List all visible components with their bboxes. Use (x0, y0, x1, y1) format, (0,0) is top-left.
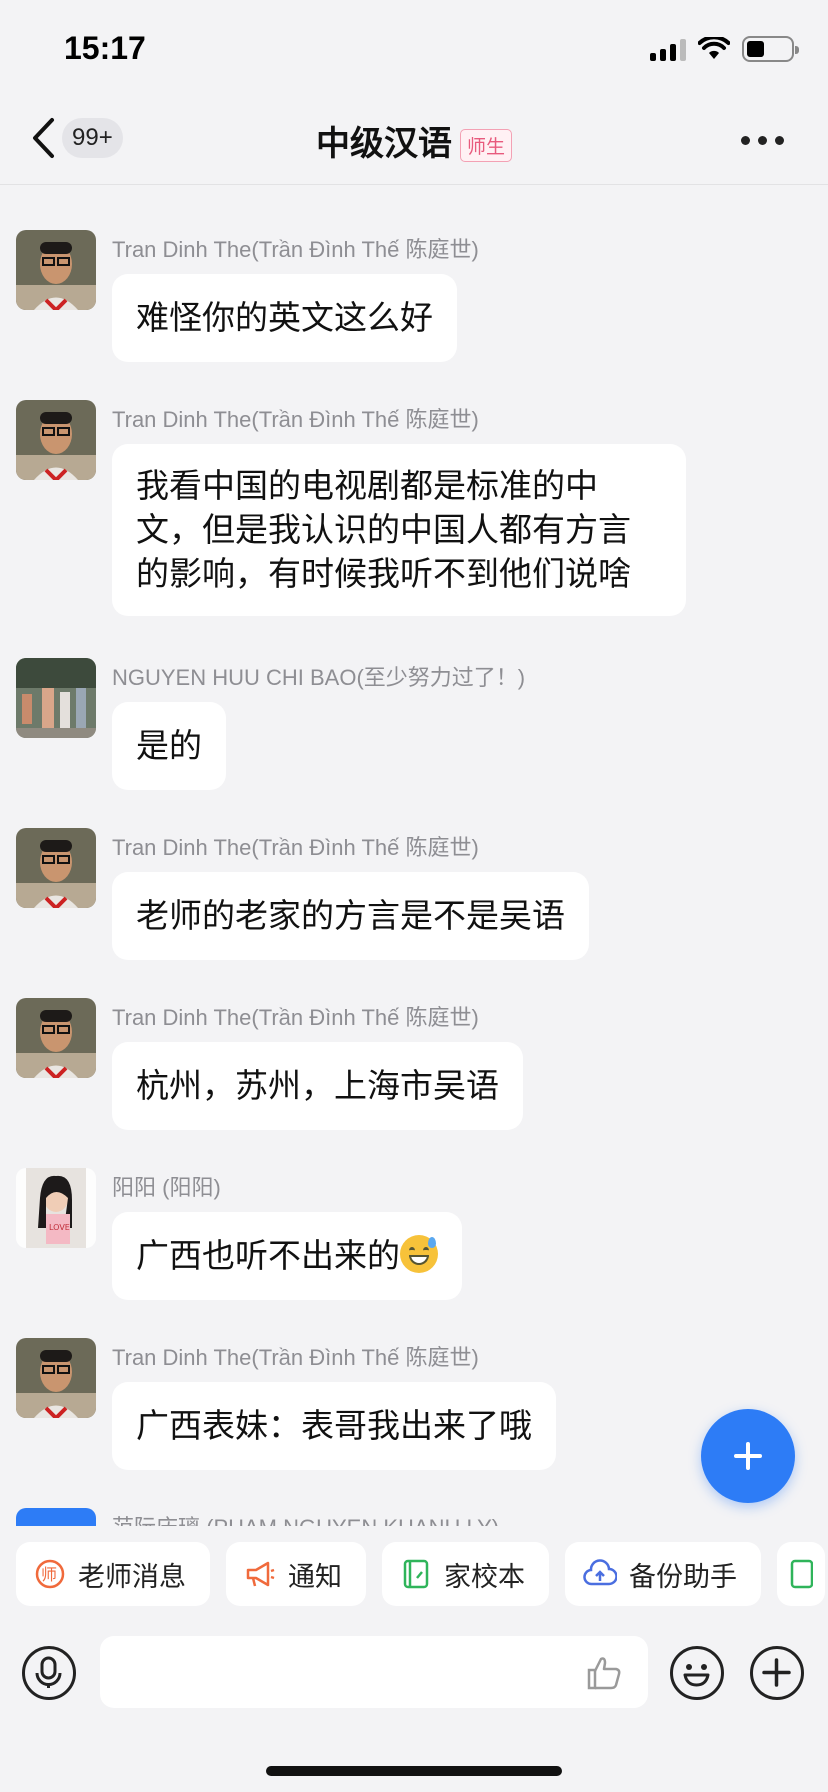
quick-action-label: 备份助手 (629, 1561, 737, 1593)
message-bubble[interactable]: 杭州，苏州，上海市吴语 (112, 1042, 523, 1130)
wifi-icon (698, 37, 730, 59)
dot-icon (758, 136, 767, 145)
sender-name: 范阮庆璃 (PHAM NGUYEN KHANH LY) (112, 1510, 499, 1526)
quick-action-backup[interactable]: 备份助手 (565, 1542, 761, 1606)
message-text: 广西也听不出来的 (136, 1236, 400, 1275)
plus-icon (762, 1658, 791, 1687)
quick-action-more[interactable] (777, 1542, 825, 1606)
avatar[interactable] (16, 998, 96, 1078)
emoji-button[interactable] (670, 1646, 724, 1700)
sender-name: 阳阳 (阳阳) (112, 1175, 221, 1200)
sender-name: NGUYEN HUU CHI BAO(至少努力过了！) (112, 665, 526, 690)
group-name: 中级汉语 (315, 124, 452, 164)
avatar[interactable] (16, 400, 96, 480)
sender-name: Tran Dinh The(Trần Đình Thế 陈庭世) (112, 1345, 479, 1370)
thumbs-up-icon[interactable] (584, 1652, 624, 1692)
message-list[interactable]: Tran Dinh The(Trần Đình Thế 陈庭世) 难怪你的英文这… (0, 186, 828, 1526)
avatar[interactable] (16, 1338, 96, 1418)
dot-icon (741, 136, 750, 145)
status-icons (650, 36, 799, 62)
sender-name: Tran Dinh The(Trần Đình Thế 陈庭世) (112, 835, 479, 860)
svg-text:师: 师 (41, 1565, 57, 1584)
quick-action-notice[interactable]: 通知 (226, 1542, 366, 1606)
voice-input-button[interactable] (22, 1646, 76, 1700)
message-bubble[interactable]: 老师的老家的方言是不是吴语 (112, 872, 589, 960)
message-input[interactable] (100, 1636, 648, 1708)
battery-icon (742, 36, 799, 62)
avatar[interactable] (16, 230, 96, 310)
avatar[interactable] (16, 828, 96, 908)
message-bubble[interactable]: 是的 (112, 702, 226, 790)
cloud-backup-icon (583, 1559, 617, 1586)
sender-name: Tran Dinh The(Trần Đình Thế 陈庭世) (112, 1005, 479, 1030)
input-bar (0, 1622, 828, 1792)
message-bubble[interactable]: 我看中国的电视剧都是标准的中文，但是我认识的中国人都有方言的影响，有时候我听不到… (112, 444, 686, 616)
group-type-tag: 师生 (459, 129, 512, 162)
page-title: 中级汉语 师生 (0, 116, 828, 165)
avatar[interactable] (16, 658, 96, 738)
more-attachments-button[interactable] (750, 1646, 804, 1700)
smiley-icon (683, 1664, 710, 1687)
quick-action-label: 家校本 (444, 1561, 525, 1593)
status-bar: 15:17 (0, 0, 828, 100)
dot-icon (775, 136, 784, 145)
avatar[interactable] (16, 1508, 96, 1526)
message-bubble[interactable]: 广西也听不出来的 (112, 1212, 462, 1300)
sender-name: Tran Dinh The(Trần Đình Thế 陈庭世) (112, 407, 479, 432)
add-floating-button[interactable] (701, 1409, 795, 1503)
avatar[interactable]: LOVE (16, 1168, 96, 1248)
quick-action-homework[interactable]: 家校本 (382, 1542, 549, 1606)
quick-action-label: 老师消息 (78, 1561, 186, 1593)
nav-bar: 99+ 中级汉语 师生 (0, 100, 828, 185)
sender-name: Tran Dinh The(Trần Đình Thế 陈庭世) (112, 237, 479, 262)
svg-text:LOVE: LOVE (49, 1223, 70, 1232)
quick-action-teacher-messages[interactable]: 师 老师消息 (16, 1542, 210, 1606)
sweat-smile-emoji-icon (400, 1235, 438, 1273)
teacher-icon: 师 (35, 1559, 65, 1589)
home-indicator (266, 1766, 562, 1776)
microphone-icon (35, 1656, 62, 1688)
quick-action-label: 通知 (288, 1561, 342, 1593)
status-time: 15:17 (64, 30, 146, 66)
more-options-button[interactable] (741, 136, 784, 145)
megaphone-icon (246, 1561, 275, 1587)
notebook-icon (403, 1559, 429, 1589)
notebook-icon (790, 1559, 813, 1589)
message-bubble[interactable]: 难怪你的英文这么好 (112, 274, 457, 362)
quick-action-bar: 师 老师消息 通知 家校本 备份助手 (0, 1526, 828, 1622)
message-bubble[interactable]: 广西表妹：表哥我出来了哦 (112, 1382, 556, 1470)
cellular-signal-icon (650, 37, 686, 61)
